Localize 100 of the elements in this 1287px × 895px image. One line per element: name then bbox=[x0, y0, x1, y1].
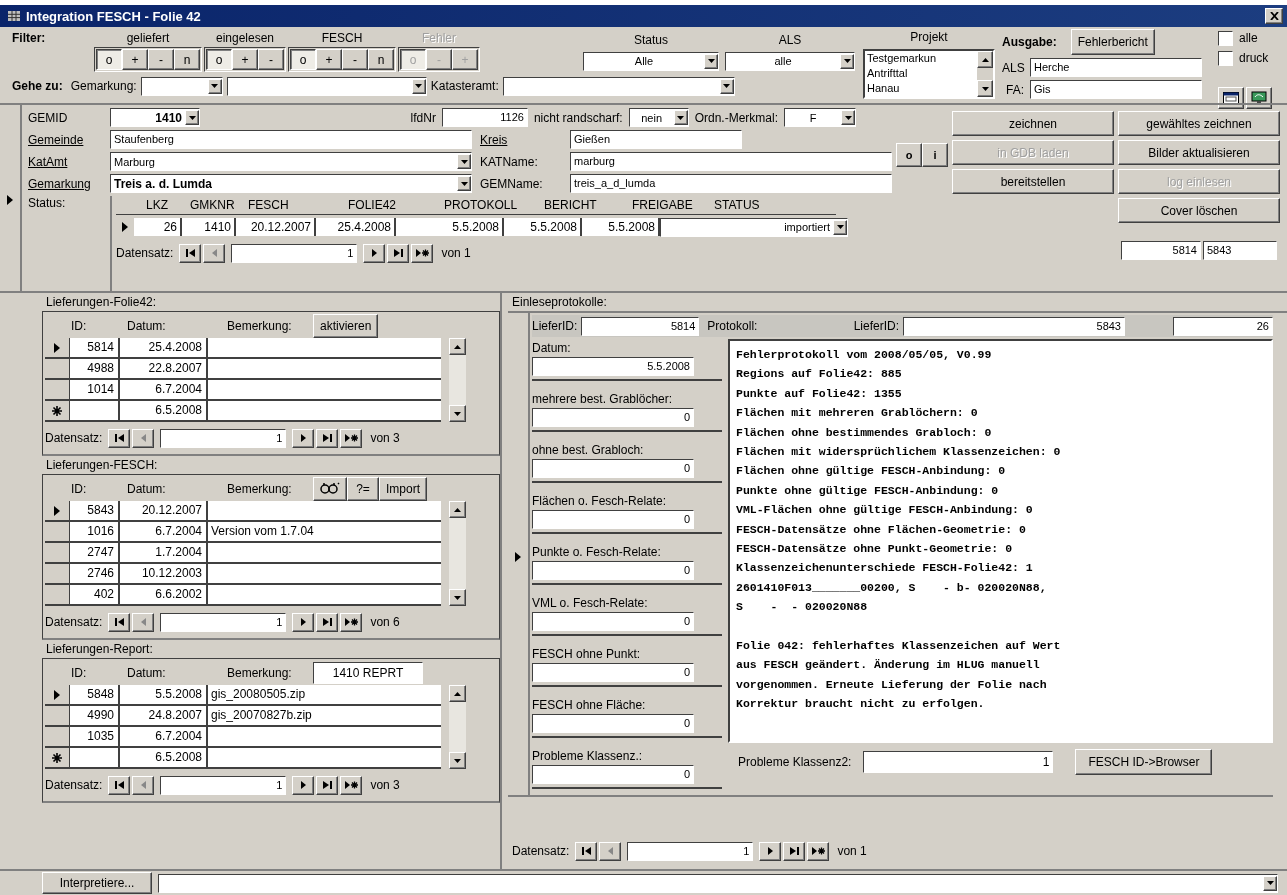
record-number-field[interactable]: 1 bbox=[160, 775, 287, 795]
dropdown-button[interactable] bbox=[704, 53, 718, 69]
interpret-button[interactable]: Interpretiere... bbox=[42, 872, 152, 894]
record-number-field[interactable]: 1 bbox=[160, 612, 287, 632]
first-record-button[interactable] bbox=[108, 612, 131, 632]
toggle-button[interactable]: n bbox=[368, 49, 394, 70]
text-field[interactable]: 1410 REPRT bbox=[313, 662, 423, 684]
new-record-button[interactable] bbox=[411, 243, 434, 263]
dropdown[interactable]: importiert bbox=[660, 217, 848, 237]
list-item[interactable]: Testgemarkun bbox=[867, 51, 977, 66]
kreis-label[interactable]: Kreis bbox=[478, 132, 564, 147]
record-selector[interactable] bbox=[45, 685, 70, 704]
first-record-button[interactable] bbox=[575, 841, 598, 861]
dropdown-button[interactable] bbox=[840, 53, 854, 69]
header-button[interactable]: ?= bbox=[347, 477, 379, 501]
scrollbar[interactable] bbox=[449, 338, 466, 422]
toggle-button[interactable]: + bbox=[316, 49, 342, 70]
first-record-button[interactable] bbox=[108, 428, 131, 448]
action-button[interactable]: zeichnen bbox=[952, 111, 1114, 136]
record-selector[interactable] bbox=[45, 748, 70, 767]
search-button[interactable] bbox=[313, 477, 347, 501]
last-record-button[interactable] bbox=[316, 775, 339, 795]
next-record-button[interactable] bbox=[759, 841, 782, 861]
dropdown-button[interactable] bbox=[457, 176, 471, 191]
action-button[interactable]: Bilder aktualisieren bbox=[1118, 140, 1280, 165]
record-selector[interactable] bbox=[45, 338, 70, 357]
record-selector[interactable] bbox=[45, 543, 70, 562]
dropdown[interactable]: nein bbox=[628, 108, 689, 127]
list-item[interactable]: Antrifttal bbox=[867, 66, 977, 81]
record-selector[interactable] bbox=[45, 501, 70, 520]
last-record-button[interactable] bbox=[783, 841, 806, 861]
text-field[interactable]: 1126 bbox=[441, 108, 528, 127]
action-button[interactable]: Cover löschen bbox=[1118, 198, 1280, 223]
dropdown[interactable]: Alle bbox=[583, 51, 719, 71]
katamt-label[interactable]: KatAmt bbox=[28, 154, 104, 169]
text-field[interactable]: 0 bbox=[532, 510, 694, 529]
gemarkung-label[interactable]: Gemarkung bbox=[28, 176, 104, 191]
dropdown-button[interactable] bbox=[207, 78, 222, 94]
gemeinde-label[interactable]: Gemeinde bbox=[28, 132, 104, 147]
browser-button[interactable]: FESCH ID->Browser bbox=[1075, 749, 1213, 775]
dropdown-button[interactable] bbox=[719, 78, 734, 94]
text-field[interactable]: 0 bbox=[532, 663, 694, 682]
toggle-button[interactable]: o bbox=[290, 49, 316, 70]
dropdown-button[interactable] bbox=[457, 154, 471, 169]
text-field[interactable]: Staufenberg bbox=[110, 130, 472, 149]
text-field[interactable]: 5.5.2008 bbox=[532, 357, 694, 376]
new-record-button[interactable] bbox=[340, 428, 363, 448]
first-record-button[interactable] bbox=[179, 243, 202, 263]
record-number-field[interactable]: 1 bbox=[627, 841, 754, 861]
record-selector[interactable] bbox=[45, 401, 70, 420]
next-record-button[interactable] bbox=[363, 243, 386, 263]
record-selector[interactable] bbox=[45, 522, 70, 541]
dropdown[interactable]: F bbox=[784, 108, 856, 127]
text-field[interactable]: 0 bbox=[532, 714, 694, 733]
error-report-button[interactable]: Fehlerbericht bbox=[1070, 29, 1155, 55]
project-list[interactable]: Testgemarkun Antrifttal Hanau bbox=[863, 49, 995, 99]
record-selector[interactable] bbox=[45, 380, 70, 399]
first-record-button[interactable] bbox=[108, 775, 131, 795]
window-button[interactable] bbox=[1218, 87, 1244, 109]
toggle-button[interactable]: o bbox=[96, 49, 122, 70]
dropdown[interactable] bbox=[226, 76, 427, 96]
dropdown-button[interactable] bbox=[673, 110, 688, 125]
dropdown-button[interactable] bbox=[411, 78, 426, 94]
toggle-button[interactable]: + bbox=[232, 49, 258, 70]
text-field[interactable]: 5843 bbox=[1203, 241, 1277, 260]
dropdown[interactable]: Treis a. d. Lumda bbox=[110, 174, 472, 193]
checkbox[interactable] bbox=[1218, 30, 1233, 46]
text-field[interactable]: 1 bbox=[863, 751, 1054, 773]
checkbox[interactable] bbox=[1218, 50, 1233, 66]
new-record-button[interactable] bbox=[340, 612, 363, 632]
toggle-button[interactable]: n bbox=[174, 49, 200, 70]
last-record-button[interactable] bbox=[316, 428, 339, 448]
text-field[interactable]: 0 bbox=[532, 408, 694, 427]
text-field[interactable]: 0 bbox=[532, 459, 694, 478]
header-button[interactable]: Import bbox=[379, 477, 427, 501]
new-record-button[interactable] bbox=[807, 841, 830, 861]
text-field[interactable]: marburg bbox=[570, 152, 892, 171]
record-number-field[interactable]: 1 bbox=[160, 428, 287, 448]
toggle-button[interactable]: - bbox=[342, 49, 368, 70]
dropdown-button[interactable] bbox=[1263, 875, 1277, 891]
toggle-button[interactable]: - bbox=[148, 49, 174, 70]
record-selector[interactable] bbox=[45, 359, 70, 378]
record-selector[interactable] bbox=[45, 706, 70, 725]
dropdown[interactable]: 1410 bbox=[110, 108, 200, 127]
close-button[interactable] bbox=[1265, 8, 1283, 24]
text-field[interactable]: Gießen bbox=[570, 130, 742, 149]
last-record-button[interactable] bbox=[387, 243, 410, 263]
header-button[interactable]: aktivieren bbox=[313, 314, 379, 338]
monitor-button[interactable] bbox=[1246, 87, 1272, 109]
dropdown-button[interactable] bbox=[185, 110, 199, 125]
small-button[interactable]: i bbox=[922, 143, 948, 167]
text-field[interactable]: 0 bbox=[532, 561, 694, 580]
scrollbar[interactable] bbox=[449, 685, 466, 769]
action-button[interactable]: gewähltes zeichnen bbox=[1118, 111, 1280, 136]
record-selector[interactable] bbox=[45, 727, 70, 746]
text-field[interactable]: 5843 bbox=[903, 316, 1125, 336]
dropdown-button[interactable] bbox=[833, 219, 847, 235]
next-record-button[interactable] bbox=[292, 612, 315, 632]
text-field[interactable]: 5814 bbox=[581, 316, 700, 336]
dropdown[interactable] bbox=[502, 76, 735, 96]
